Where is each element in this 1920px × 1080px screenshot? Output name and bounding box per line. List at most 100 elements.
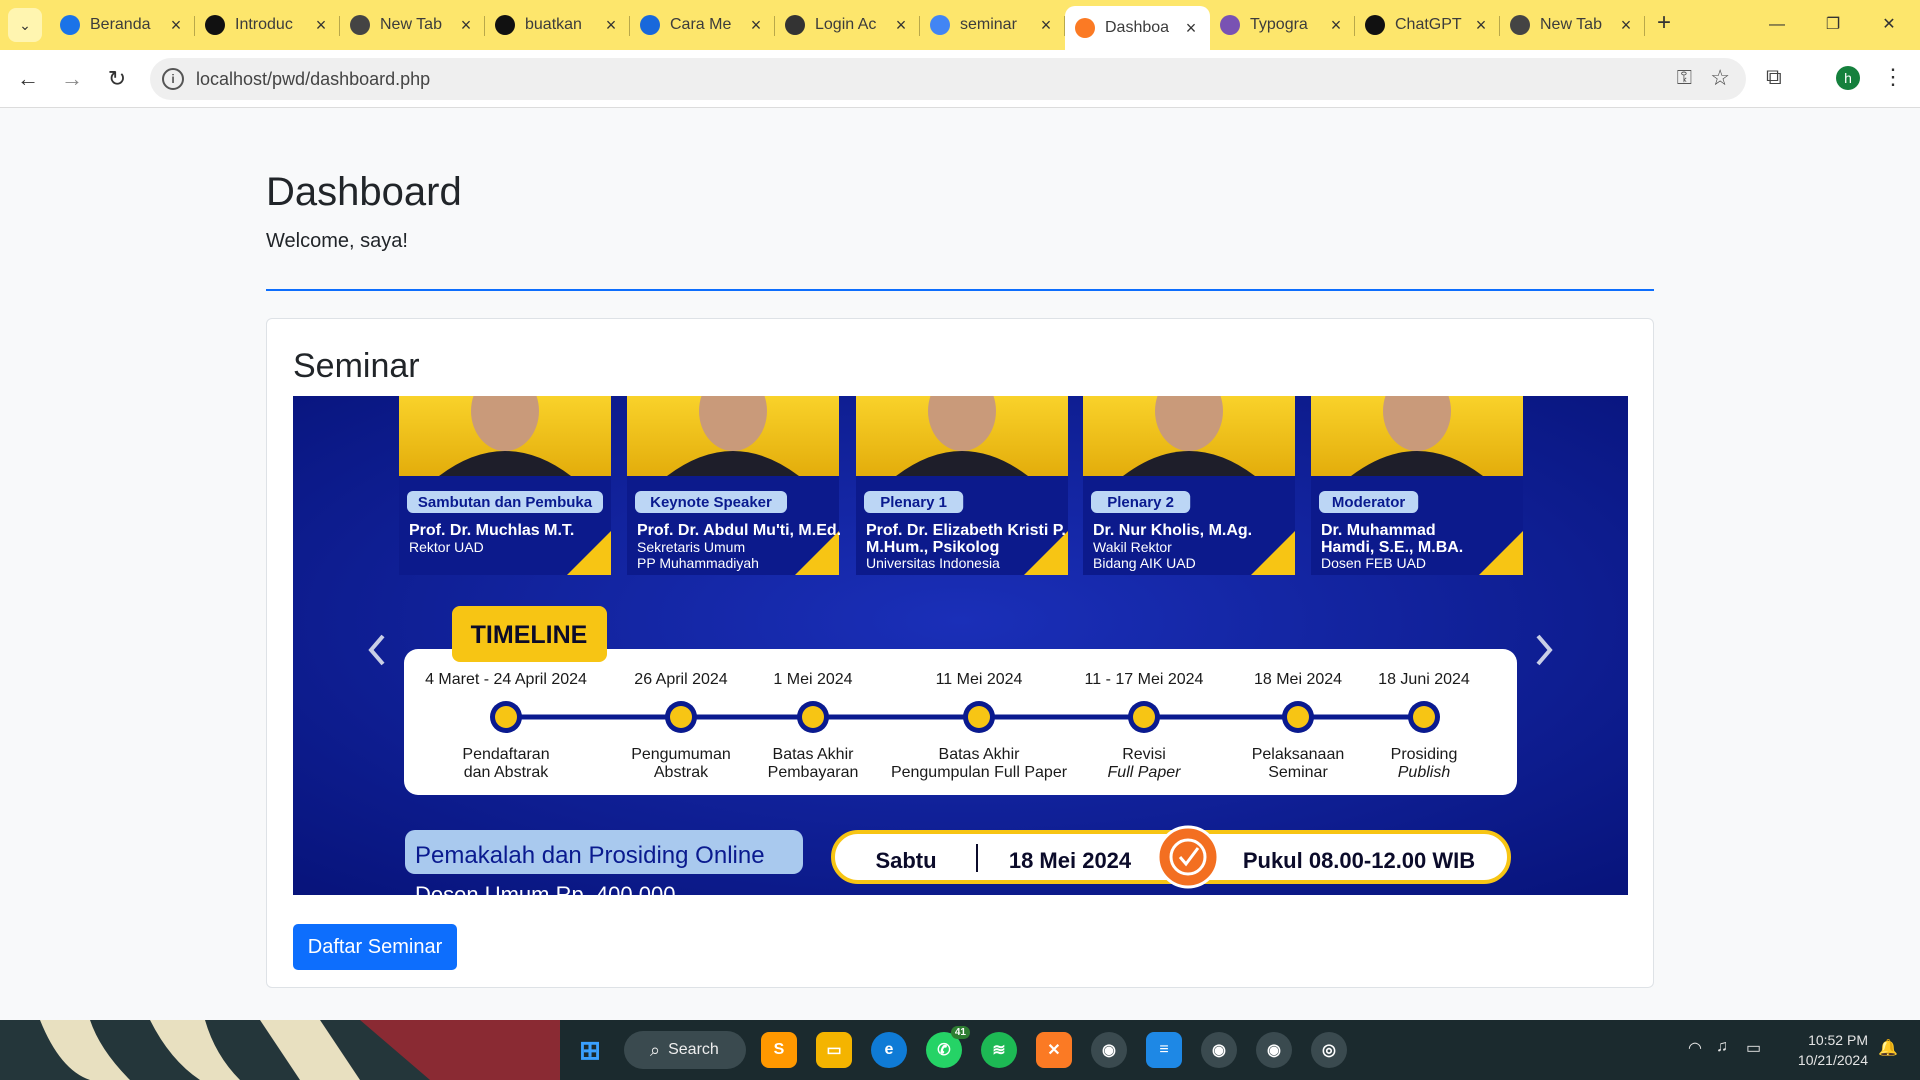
tab-title: seminar	[960, 16, 1017, 33]
tab-close-icon[interactable]: ×	[312, 15, 330, 36]
speaker-name: Prof. Dr. Muchlas M.T.	[409, 522, 574, 539]
minimize-icon: —	[1769, 16, 1785, 33]
browser-menu-icon[interactable]: ⋮	[1882, 64, 1904, 90]
timeline-label2: Abstrak	[654, 764, 709, 781]
bookmark-star-icon[interactable]: ☆	[1710, 65, 1730, 91]
browser-tab[interactable]: Login Ac ×	[775, 6, 920, 44]
daftar-seminar-button[interactable]: Daftar Seminar	[293, 924, 457, 970]
sublime-text-icon[interactable]: S	[761, 1032, 797, 1068]
forward-button[interactable]: →	[54, 61, 90, 97]
restore-button[interactable]: ❐	[1810, 8, 1856, 42]
tab-title: ChatGPT	[1395, 16, 1462, 33]
profile-avatar[interactable]: h	[1836, 66, 1860, 90]
tab-close-icon[interactable]: ×	[602, 15, 620, 36]
notepad-icon[interactable]: ≡	[1146, 1032, 1182, 1068]
volume-icon[interactable]: ♫	[1716, 1038, 1728, 1056]
speaker-role: Sambutan dan Pembuka	[418, 494, 593, 511]
restore-icon: ❐	[1825, 16, 1841, 33]
timeline-label1: Prosiding	[1391, 746, 1458, 763]
taskbar-search-label: Search	[668, 1041, 719, 1058]
clock-time: 10:52 PM	[1808, 1032, 1868, 1048]
bootstrap-icon	[1220, 15, 1240, 35]
seminar-poster: Sambutan dan Pembuka Prof. Dr. Muchlas M.…	[293, 396, 1628, 895]
timeline-date: 11 - 17 Mei 2024	[1085, 671, 1204, 688]
xampp-icon[interactable]: ✕	[1036, 1032, 1072, 1068]
speaker-detail: Dosen FEB UAD	[1321, 555, 1426, 571]
url-text[interactable]: localhost/pwd/dashboard.php	[196, 69, 430, 90]
schedule-date: 18 Mei 2024	[1009, 848, 1132, 873]
speaker-card: Plenary 2 Dr. Nur Kholis, M.Ag.Wakil Rekt…	[1083, 396, 1295, 575]
speaker-card: Plenary 1 Prof. Dr. Elizabeth Kristi P.M.…	[856, 396, 1068, 575]
start-button[interactable]: ⊞	[572, 1032, 608, 1068]
spotify-icon[interactable]: ≋	[981, 1032, 1017, 1068]
whatsapp-icon[interactable]: ✆ 41	[926, 1026, 970, 1068]
windows-taskbar: ⊞ ⌕ Search S ▭ e ✆ 41 ≋ ✕ ◉ ≡ ◉ ◉ ◎ ◠ ♫ ▭ …	[0, 1020, 1920, 1080]
confluence-icon	[640, 15, 660, 35]
chrome-profile-r-icon[interactable]: ◉	[1201, 1032, 1237, 1068]
browser-tab[interactable]: seminar ×	[920, 6, 1065, 44]
carousel-next-button[interactable]	[1524, 606, 1568, 696]
minimize-button[interactable]: —	[1754, 8, 1800, 42]
browser-tab[interactable]: ChatGPT ×	[1355, 6, 1500, 44]
tab-title: Typogra	[1250, 16, 1308, 33]
taskbar-search[interactable]: ⌕ Search	[624, 1031, 746, 1069]
browser-tab[interactable]: Introduc ×	[195, 6, 340, 44]
site-info-icon[interactable]: i	[162, 68, 184, 90]
chrome-profile-h-icon[interactable]: ◉	[1091, 1032, 1127, 1068]
browser-tab[interactable]: Dashboa ×	[1065, 6, 1210, 50]
timeline-date: 11 Mei 2024	[936, 671, 1023, 688]
timeline-label1: Revisi	[1122, 746, 1166, 763]
speaker-name: Prof. Dr. Abdul Mu'ti, M.Ed.	[637, 522, 841, 539]
seminar-carousel: Sambutan dan Pembuka Prof. Dr. Muchlas M.…	[293, 396, 1628, 895]
tab-close-icon[interactable]: ×	[892, 15, 910, 36]
whatsapp-badge: 41	[950, 1026, 970, 1039]
speaker-role: Plenary 2	[1107, 494, 1174, 511]
browser-tab[interactable]: Beranda ×	[50, 6, 195, 44]
browser-tab[interactable]: New Tab ×	[1500, 6, 1645, 44]
close-icon: ✕	[1882, 16, 1896, 33]
tab-close-icon[interactable]: ×	[1182, 18, 1200, 39]
fee-text: Dosen Umum Rp. 400.000	[415, 882, 675, 895]
timeline-label2: Seminar	[1268, 764, 1328, 781]
tab-close-icon[interactable]: ×	[1617, 15, 1635, 36]
browser-tab[interactable]: buatkan ×	[485, 6, 630, 44]
wifi-icon[interactable]: ◠	[1688, 1038, 1702, 1058]
battery-icon[interactable]: ▭	[1746, 1038, 1761, 1058]
browser-tab[interactable]: Cara Me ×	[630, 6, 775, 44]
app-circle-icon[interactable]: ◎	[1311, 1032, 1347, 1068]
carousel-prev-button[interactable]	[353, 606, 397, 696]
tab-close-icon[interactable]: ×	[1472, 15, 1490, 36]
extensions-icon[interactable]: ⧉	[1766, 64, 1782, 90]
chrome-icon	[1510, 15, 1530, 35]
tab-close-icon[interactable]: ×	[1327, 15, 1345, 36]
browser-tab[interactable]: Typogra ×	[1210, 6, 1355, 44]
tab-close-icon[interactable]: ×	[747, 15, 765, 36]
tab-title: Introduc	[235, 16, 293, 33]
notification-bell-icon[interactable]: 🔔	[1878, 1038, 1898, 1058]
chrome-profile-icon[interactable]: ◉	[1256, 1032, 1292, 1068]
file-explorer-icon[interactable]: ▭	[816, 1032, 852, 1068]
reload-button[interactable]: ↻	[99, 61, 135, 97]
taskbar-clock[interactable]: 10:52 PM 10/21/2024	[1788, 1030, 1868, 1070]
tab-close-icon[interactable]: ×	[167, 15, 185, 36]
browser-toolbar: ← → ↻ i localhost/pwd/dashboard.php ⚿ ☆ …	[0, 50, 1920, 108]
close-window-button[interactable]: ✕	[1866, 8, 1912, 42]
browser-tab[interactable]: New Tab ×	[340, 6, 485, 44]
tab-search-button[interactable]: ⌄	[8, 8, 42, 42]
tab-close-icon[interactable]: ×	[457, 15, 475, 36]
search-icon: ⌕	[650, 1039, 661, 1060]
tab-close-icon[interactable]: ×	[1037, 15, 1055, 36]
new-tab-button[interactable]: +	[1650, 10, 1678, 38]
tab-title: New Tab	[380, 16, 442, 33]
timeline-label1: Pengumuman	[631, 746, 731, 763]
address-bar[interactable]: i localhost/pwd/dashboard.php ⚿ ☆	[150, 58, 1746, 100]
back-button[interactable]: ←	[10, 61, 46, 97]
clock-icon	[1156, 825, 1220, 889]
wallpaper-strip	[0, 1020, 560, 1080]
timeline-label1: Pendaftaran	[462, 746, 549, 763]
tab-title: Login Ac	[815, 16, 877, 33]
plus-icon: +	[1656, 9, 1671, 36]
password-key-icon[interactable]: ⚿	[1677, 67, 1692, 90]
edge-icon[interactable]: e	[871, 1032, 907, 1068]
speaker-detail: Sekretaris Umum	[637, 539, 745, 555]
